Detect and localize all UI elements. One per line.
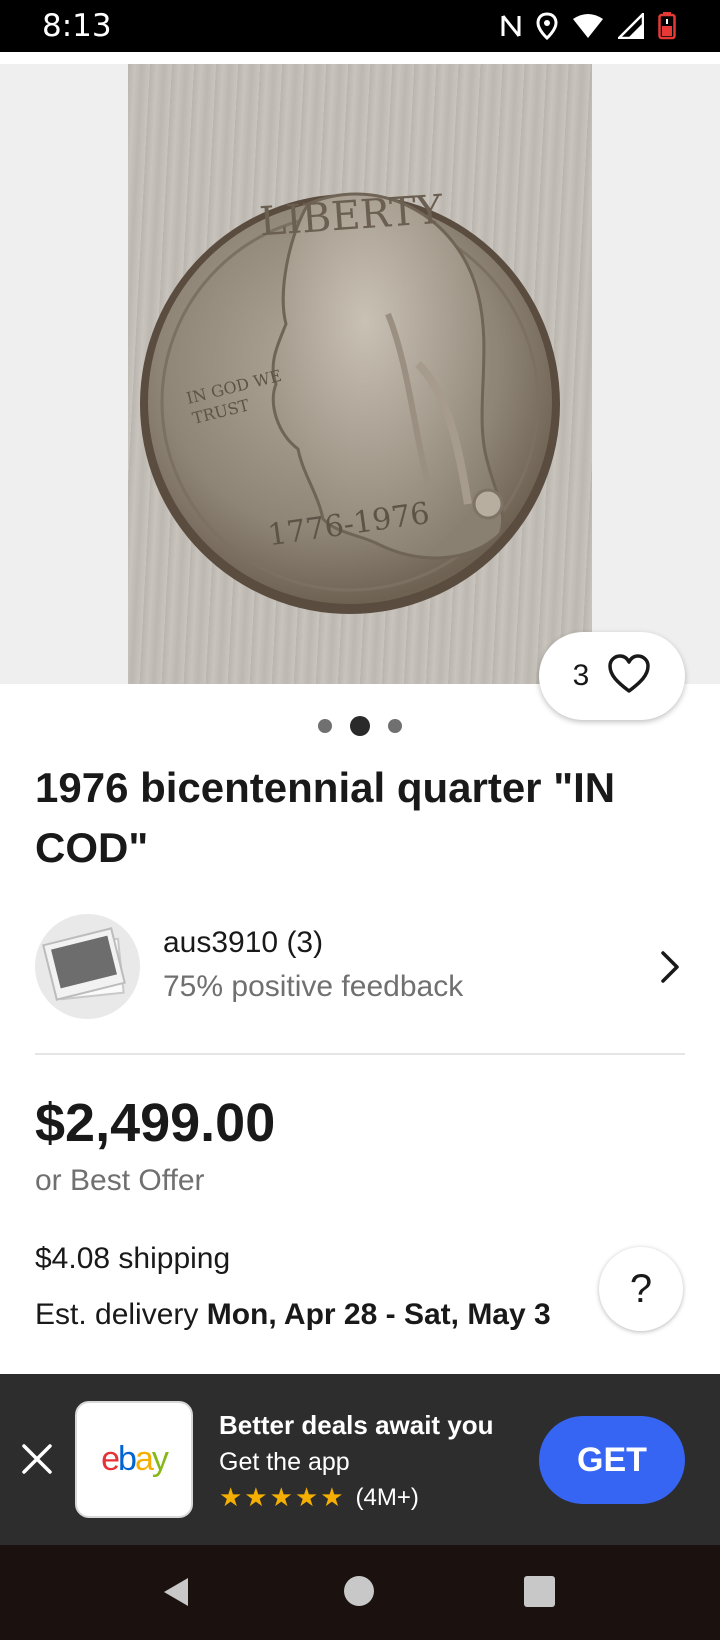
seller-name: aus3910 (3) [163, 926, 324, 959]
navigation-bar [0, 1545, 720, 1640]
heart-icon [607, 653, 651, 699]
app-rating: ★★★★★ (4M+) [219, 1482, 419, 1513]
status-bar: 8:13 [0, 0, 720, 52]
status-time: 8:13 [42, 8, 112, 44]
app-install-banner: ebay Better deals await you Get the app … [0, 1374, 720, 1545]
signal-icon [618, 13, 644, 39]
rating-count: (4M+) [355, 1483, 419, 1511]
banner-title: Better deals await you [219, 1410, 494, 1440]
status-icons [500, 10, 676, 42]
estimated-delivery: Est. delivery Mon, Apr 28 - Sat, May 3 [35, 1298, 551, 1332]
seller-feedback: 75% positive feedback [163, 970, 464, 1003]
ebay-logo-text: ebay [101, 1440, 169, 1478]
delivery-dates: Mon, Apr 28 - Sat, May 3 [206, 1298, 551, 1331]
back-icon[interactable] [160, 1575, 192, 1614]
ebay-logo: ebay [75, 1401, 193, 1518]
item-price: $2,499.00 [35, 1093, 276, 1153]
avatar [35, 914, 140, 1019]
item-photo[interactable]: LIBERTY IN GOD WE TRUST 1776-1976 [128, 64, 592, 684]
coin-illustration: LIBERTY IN GOD WE TRUST 1776-1976 [140, 187, 560, 614]
shipping-cost: $4.08 shipping [35, 1242, 231, 1275]
image-pagination [0, 716, 720, 736]
item-title: 1976 bicentennial quarter "IN COD" [35, 764, 616, 871]
seller-info[interactable]: aus3910 (3) 75% positive feedback [35, 914, 685, 1019]
watch-button[interactable]: 3 [539, 632, 685, 720]
wifi-icon [572, 13, 604, 39]
star-rating-icon: ★★★★★ [219, 1482, 346, 1512]
pagination-dot-active[interactable] [350, 716, 370, 736]
recents-icon[interactable] [524, 1576, 555, 1607]
best-offer-label: or Best Offer [35, 1164, 205, 1197]
get-app-button[interactable]: GET [539, 1416, 685, 1504]
divider [35, 1053, 685, 1055]
battery-icon [658, 12, 676, 40]
pagination-dot[interactable] [318, 719, 332, 733]
photo-placeholder-icon [42, 927, 126, 1001]
image-gallery[interactable]: LIBERTY IN GOD WE TRUST 1776-1976 [0, 64, 720, 684]
location-icon [536, 12, 558, 40]
question-icon: ? [629, 1266, 653, 1311]
watch-count: 3 [572, 659, 590, 692]
chevron-right-icon [659, 950, 681, 989]
close-icon[interactable] [18, 1440, 56, 1483]
delivery-label: Est. delivery [35, 1298, 207, 1331]
pagination-dot[interactable] [388, 719, 402, 733]
banner-subtitle: Get the app [219, 1448, 350, 1476]
nfc-icon [500, 13, 522, 39]
home-icon[interactable] [344, 1576, 374, 1606]
help-button[interactable]: ? [599, 1247, 683, 1331]
